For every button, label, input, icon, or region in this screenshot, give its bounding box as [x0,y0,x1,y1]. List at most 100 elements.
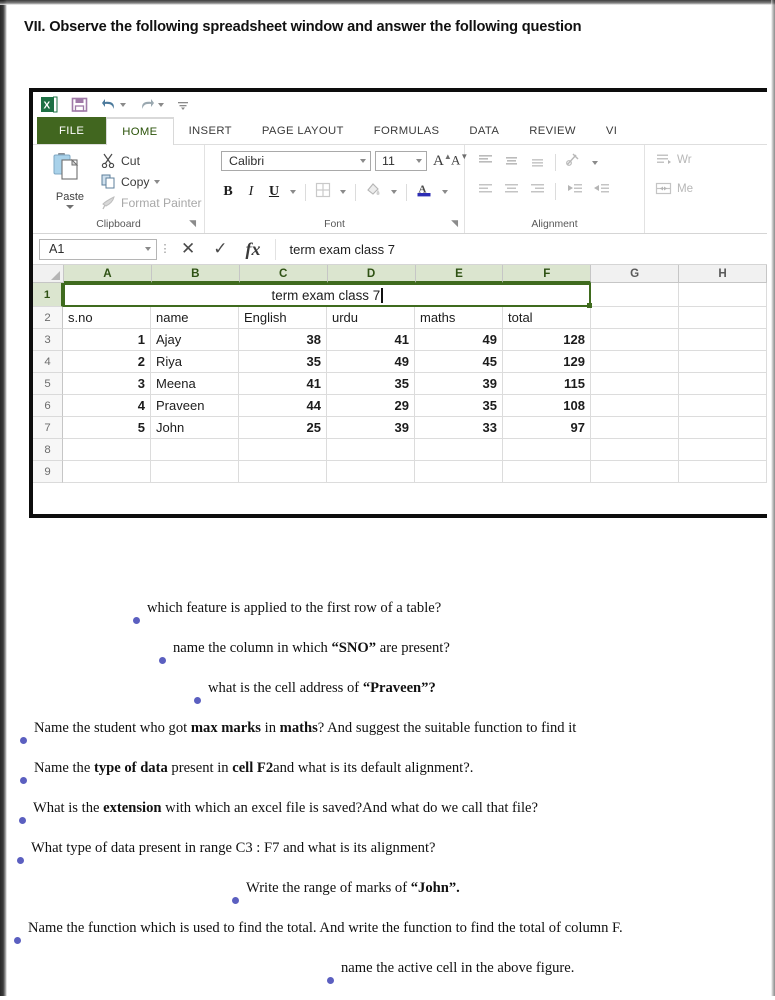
cell-f7[interactable]: 97 [503,417,591,439]
tab-formulas[interactable]: FORMULAS [359,117,455,144]
cell-b8[interactable] [151,439,239,461]
cell-g8[interactable] [591,439,679,461]
cell-a4[interactable]: 2 [63,351,151,373]
cell-d5[interactable]: 35 [327,373,415,395]
cell-a7[interactable]: 5 [63,417,151,439]
format-painter-button[interactable]: Format Painter [101,192,202,213]
cell-d2[interactable]: urdu [327,307,415,329]
cell-a6[interactable]: 4 [63,395,151,417]
cell-c6[interactable]: 44 [239,395,327,417]
cell-d4[interactable]: 49 [327,351,415,373]
name-box-caret[interactable] [145,247,151,251]
row-header-9[interactable]: 9 [33,461,63,483]
align-top-icon[interactable] [477,153,494,173]
cell-b7[interactable]: John [151,417,239,439]
cell-b6[interactable]: Praveen [151,395,239,417]
cell-g6[interactable] [591,395,679,417]
font-color-caret[interactable] [442,190,448,194]
row-header-8[interactable]: 8 [33,439,63,461]
tab-data[interactable]: DATA [454,117,514,144]
cell-a9[interactable] [63,461,151,483]
font-name-caret[interactable] [360,159,366,163]
cell-d6[interactable]: 29 [327,395,415,417]
undo-icon[interactable] [101,97,126,112]
cell-f5[interactable]: 115 [503,373,591,395]
enter-icon[interactable]: ✓ [213,239,227,259]
cell-c4[interactable]: 35 [239,351,327,373]
active-cell-a1[interactable]: term exam class 7 [63,283,593,308]
clipboard-dialog-launcher[interactable]: ◥ [189,218,196,229]
undo-dropdown-caret[interactable] [120,102,126,107]
cell-g5[interactable] [591,373,679,395]
row-header-5[interactable]: 5 [33,373,63,395]
row-header-4[interactable]: 4 [33,351,63,373]
bold-button[interactable]: B [221,184,235,200]
row-header-2[interactable]: 2 [33,307,63,329]
insert-function-icon[interactable]: fx [246,239,261,260]
fill-color-caret[interactable] [391,190,397,194]
copy-dropdown-caret[interactable] [154,179,161,184]
cell-f2[interactable]: total [503,307,591,329]
cell-c9[interactable] [239,461,327,483]
tab-view[interactable]: VI [591,117,632,144]
cell-d8[interactable] [327,439,415,461]
cell-f6[interactable]: 108 [503,395,591,417]
formula-input[interactable]: term exam class 7 [274,238,762,260]
tab-insert[interactable]: INSERT [174,117,247,144]
cell-f3[interactable]: 128 [503,329,591,351]
cell-b9[interactable] [151,461,239,483]
cell-d9[interactable] [327,461,415,483]
cell-e6[interactable]: 35 [415,395,503,417]
orientation-icon[interactable] [565,152,583,173]
font-color-icon[interactable]: A [416,181,433,203]
align-bottom-icon[interactable] [529,153,546,173]
row-header-3[interactable]: 3 [33,329,63,351]
column-header-h[interactable]: H [679,265,767,283]
cell-g9[interactable] [591,461,679,483]
cell-a3[interactable]: 1 [63,329,151,351]
cell-b2[interactable]: name [151,307,239,329]
orientation-caret[interactable] [592,160,598,165]
select-all-corner[interactable] [33,265,64,283]
cell-f4[interactable]: 129 [503,351,591,373]
redo-dropdown-caret[interactable] [158,102,164,107]
copy-button[interactable]: Copy [101,171,202,192]
align-middle-icon[interactable] [503,153,520,173]
column-header-b[interactable]: B [151,265,240,283]
cell-h3[interactable] [679,329,767,351]
fill-handle[interactable] [587,303,593,308]
cell-e8[interactable] [415,439,503,461]
cell-h4[interactable] [679,351,767,373]
cell-c3[interactable]: 38 [239,329,327,351]
cell-h8[interactable] [679,439,767,461]
italic-button[interactable]: I [244,184,258,200]
cell-a5[interactable]: 3 [63,373,151,395]
cell-a2[interactable]: s.no [63,307,151,329]
cell-g1[interactable] [591,283,680,307]
wrap-text-button[interactable]: Wr [655,152,692,167]
cell-e9[interactable] [415,461,503,483]
cell-b5[interactable]: Meena [151,373,239,395]
tab-home[interactable]: HOME [106,117,174,145]
cell-g2[interactable] [591,307,679,329]
cell-d7[interactable]: 39 [327,417,415,439]
cell-b3[interactable]: Ajay [151,329,239,351]
font-size-input[interactable]: 11 [375,151,427,171]
borders-icon[interactable] [315,182,331,203]
column-header-f[interactable]: F [503,265,592,283]
cell-g4[interactable] [591,351,679,373]
cell-h2[interactable] [679,307,767,329]
cell-g7[interactable] [591,417,679,439]
column-header-d[interactable]: D [327,265,416,283]
tab-file[interactable]: FILE [37,117,107,144]
cell-d3[interactable]: 41 [327,329,415,351]
redo-icon[interactable] [139,97,164,112]
cell-f9[interactable] [503,461,591,483]
cell-c2[interactable]: English [239,307,327,329]
cell-c5[interactable]: 41 [239,373,327,395]
cancel-icon[interactable]: ✕ [181,239,195,259]
column-header-e[interactable]: E [415,265,504,283]
cell-h9[interactable] [679,461,767,483]
row-header-7[interactable]: 7 [33,417,63,439]
column-header-g[interactable]: G [591,265,680,283]
